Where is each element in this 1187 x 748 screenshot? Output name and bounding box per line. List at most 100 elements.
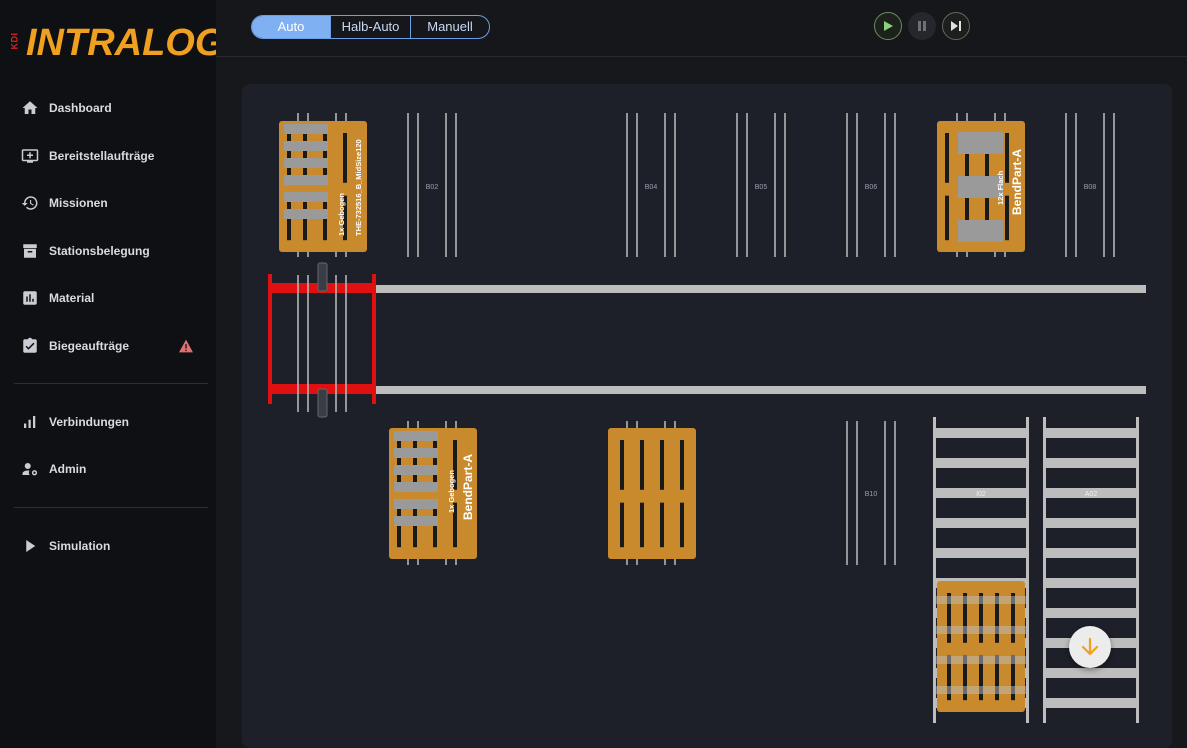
warehouse-layout-canvas: B02 B04 B05 B06 B08 B10 I02 A02 1x Gebog… [242,84,1172,748]
part-sheet [394,431,438,441]
part-sheet [284,141,328,151]
pallet-slot [945,195,949,241]
chart-box-icon [20,288,40,308]
track-rail-top [374,285,1146,293]
track-rail-bottom [374,386,1146,394]
part-block [958,220,1003,242]
pallet-slot [660,440,664,490]
pallet-p3-part: BendPart-A [461,454,475,520]
top-bar: Auto Halb-Auto Manuell [216,0,1187,57]
part-sheet [394,465,438,475]
mode-halb-auto-button[interactable]: Halb-Auto [330,16,410,38]
part-block [958,132,1003,154]
station-label-b02: B02 [426,184,439,191]
rack-shelf [933,518,1029,528]
station-label-b06: B06 [865,184,878,191]
sidebar-divider [14,383,208,384]
part-sheet [394,499,438,509]
sidebar-item-simulation[interactable]: Simulation [20,534,200,558]
rack-shelf-overlay [933,626,1029,634]
sidebar-item-label: Dashboard [49,101,112,115]
home-icon [20,98,40,118]
logo-kdi-mark: KDI [9,32,20,50]
pallet-slot [640,440,644,490]
pallets [279,121,1029,712]
mode-selector: Auto Halb-Auto Manuell [251,15,490,39]
station-label-b04: B04 [645,184,658,191]
rack-shelf [1043,458,1139,468]
pallet-p2-quantity: 12x Flach [996,170,1005,205]
rack-shelf [1043,578,1139,588]
skip-next-button[interactable] [942,12,970,40]
pallet-empty [608,428,696,559]
pallet-p3-quantity: 1x Gebogen [447,470,456,513]
sidebar-item-label: Bereitstellaufträge [49,149,155,163]
arrow-down-icon [1081,637,1099,656]
part-sheet [284,158,328,168]
user-gear-icon [20,459,40,479]
logo-text: INTRALOG [26,22,225,64]
sidebar-item-dashboard[interactable]: Dashboard [20,96,200,120]
pallet-p2-part: BendPart-A [1010,149,1024,215]
sidebar-item-verbindungen[interactable]: Verbindungen [20,410,200,434]
queue-add-icon [20,146,40,166]
part-sheet [394,482,438,492]
sidebar-item-admin[interactable]: Admin [20,457,200,481]
shuttle-vehicle[interactable] [268,262,376,418]
warning-icon [179,339,193,353]
warehouse-scene: B02 B04 B05 B06 B08 B10 I02 A02 1x Gebog… [268,113,1146,723]
pallet-slot [640,502,644,548]
rack-shelf [933,548,1029,558]
skip-next-icon [951,21,961,31]
rack-shelf-overlay [933,686,1029,694]
sidebar-item-biegeauftraege[interactable]: Biegeaufträge [20,334,200,358]
part-sheet [284,209,328,219]
pallet-p1-quantity: 1x Gebogen [337,193,346,236]
sidebar-item-missionen[interactable]: Missionen [20,191,200,215]
clipboard-check-icon [20,336,40,356]
station-label-b05: B05 [755,184,768,191]
sidebar-item-label: Stationsbelegung [49,244,150,258]
station-label-a02: A02 [1085,491,1098,498]
pause-button[interactable] [908,12,936,40]
rack-shelf [933,428,1029,438]
signal-bars-icon [20,412,40,432]
play-icon [884,21,893,31]
pallet-in-rack [933,581,1029,712]
sidebar-item-bereitstellauftraege[interactable]: Bereitstellaufträge [20,144,200,168]
part-sheet [284,192,328,202]
sidebar-item-label: Missionen [49,196,108,210]
pallet-slot [680,440,684,490]
sidebar-item-stationsbelegung[interactable]: Stationsbelegung [20,239,200,263]
pallet-slot [945,133,949,183]
mode-manuell-button[interactable]: Manuell [410,16,489,38]
rack-shelf [1043,698,1139,708]
sidebar-item-material[interactable]: Material [20,286,200,310]
rack-shelf-overlay [933,596,1029,604]
station-label-b10: B10 [865,491,878,498]
rack-shelf [1043,668,1139,678]
rack-shelf [1043,428,1139,438]
history-icon [20,193,40,213]
sidebar-item-label: Material [49,291,95,305]
part-sheet [394,448,438,458]
scroll-down-button[interactable] [1069,626,1111,668]
part-sheet [284,175,328,185]
play-triangle-icon [20,536,40,556]
rack-shelf [1043,608,1139,618]
sidebar: KDI INTRALOG Dashboard Bereitstellaufträ… [0,0,224,748]
pause-icon [918,21,926,31]
play-button[interactable] [874,12,902,40]
part-sheet [394,516,438,526]
station-label-i02: I02 [976,491,986,498]
sidebar-item-label: Admin [49,462,87,476]
pallet-slot [620,440,624,490]
rack-shelf [1043,518,1139,528]
mode-auto-button[interactable]: Auto [252,16,330,38]
sidebar-item-label: Verbindungen [49,415,130,429]
sidebar-divider [14,507,208,508]
pallet-slot [1005,133,1009,183]
station-label-b08: B08 [1084,184,1097,191]
rack-shelf-overlay [933,656,1029,664]
pallet-slot [620,502,624,548]
